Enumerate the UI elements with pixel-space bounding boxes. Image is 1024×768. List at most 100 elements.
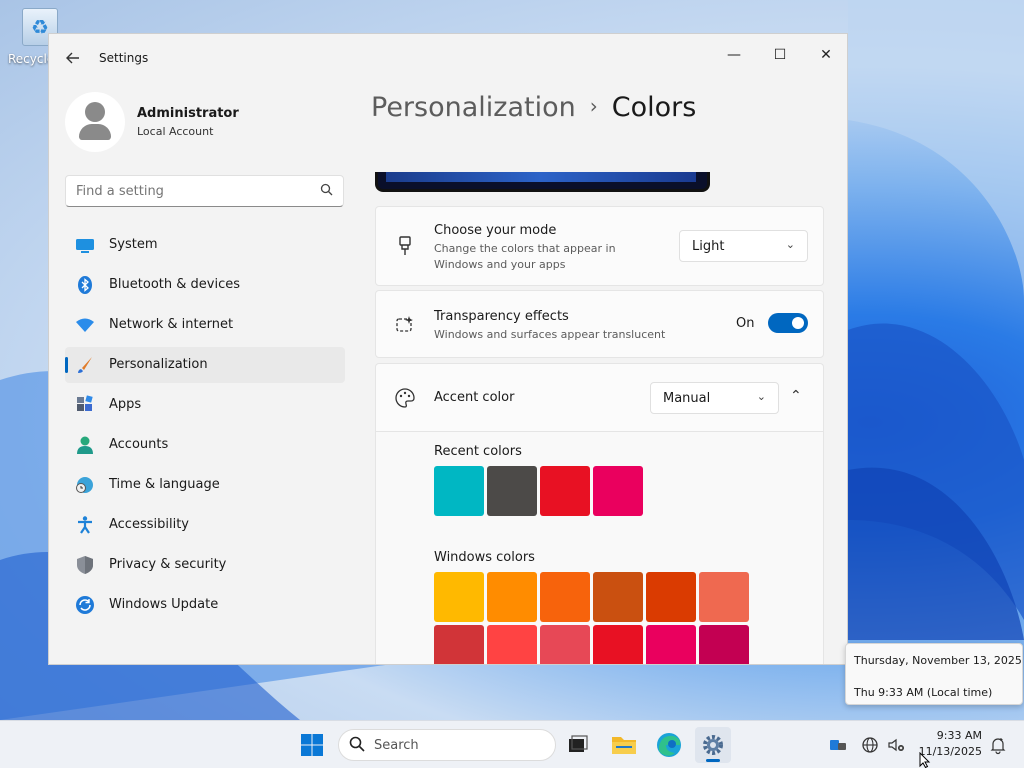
- page-title: Colors: [611, 92, 697, 123]
- sidebar-item-time-language[interactable]: Time & language: [65, 467, 345, 503]
- sidebar-item-accounts[interactable]: Accounts: [65, 427, 345, 463]
- close-button[interactable]: ✕: [803, 40, 847, 72]
- sidebar-nav: System Bluetooth & devices Network & int…: [65, 227, 345, 627]
- accent-value: Manual: [663, 391, 711, 406]
- accent-dropdown[interactable]: Manual ⌄: [650, 382, 779, 414]
- update-icon: [76, 596, 94, 614]
- recent-colors-label: Recent colors: [434, 444, 522, 459]
- chevron-down-icon: ⌄: [785, 238, 795, 251]
- sidebar-item-personalization[interactable]: Personalization: [65, 347, 345, 383]
- arrow-left-icon: [66, 52, 79, 64]
- windows-color-swatch[interactable]: [593, 625, 643, 664]
- windows-colors-label: Windows colors: [434, 550, 535, 565]
- sidebar-item-label: Time & language: [109, 477, 220, 492]
- start-button[interactable]: [294, 727, 330, 763]
- sidebar-item-label: Privacy & security: [109, 557, 227, 572]
- search-input[interactable]: [66, 176, 306, 206]
- accent-header[interactable]: Accent color Manual ⌄ ⌃: [376, 364, 823, 432]
- find-setting-search[interactable]: [65, 175, 344, 207]
- globe-clock-icon: [76, 477, 93, 493]
- recent-color-swatch[interactable]: [487, 466, 537, 516]
- active-app-indicator: [706, 759, 720, 762]
- theme-preview: [375, 172, 710, 192]
- windows-color-swatch[interactable]: [646, 625, 696, 664]
- sidebar-item-accessibility[interactable]: Accessibility: [65, 507, 345, 543]
- sidebar-item-label: Apps: [109, 397, 142, 412]
- volume-muted-icon[interactable]: [886, 735, 906, 755]
- sidebar-item-label: Network & internet: [109, 317, 234, 332]
- windows-color-swatch[interactable]: [487, 572, 537, 622]
- taskbar-search[interactable]: Search: [338, 729, 556, 761]
- sidebar-item-apps[interactable]: Apps: [65, 387, 345, 423]
- user-account-type: Local Account: [137, 125, 214, 138]
- sidebar-item-label: Bluetooth & devices: [109, 277, 240, 292]
- transparency-description: Windows and surfaces appear translucent: [434, 328, 666, 341]
- settings-taskbar-button[interactable]: [695, 727, 731, 763]
- sidebar-item-label: Personalization: [109, 357, 208, 372]
- accent-title: Accent color: [434, 390, 515, 405]
- recent-color-swatch[interactable]: [434, 466, 484, 516]
- accessibility-icon: [78, 516, 92, 534]
- sidebar-item-label: Windows Update: [109, 597, 219, 612]
- mode-card: Choose your mode Change the colors that …: [375, 206, 824, 286]
- taskbar-search-label: Search: [374, 738, 419, 753]
- breadcrumb: Personalization › Colors: [371, 92, 696, 123]
- sidebar-item-label: Accessibility: [109, 517, 189, 532]
- windows-color-swatch[interactable]: [540, 625, 590, 664]
- apps-icon: [77, 395, 93, 411]
- recent-color-swatch[interactable]: [593, 466, 643, 516]
- edge-button[interactable]: [651, 727, 687, 763]
- tray-app-icon[interactable]: [828, 735, 848, 755]
- tooltip-date: Thursday, November 13, 2025: [854, 654, 1022, 667]
- tooltip-time: Thu 9:33 AM (Local time): [854, 686, 993, 699]
- task-view-button[interactable]: [560, 727, 596, 763]
- person-icon: [77, 436, 93, 454]
- windows-color-swatch[interactable]: [540, 572, 590, 622]
- maximize-button[interactable]: ☐: [757, 40, 803, 72]
- windows-color-swatch[interactable]: [699, 572, 749, 622]
- sidebar-item-label: System: [109, 237, 158, 252]
- network-globe-icon[interactable]: [860, 735, 880, 755]
- mode-description: Change the colors that appear in Windows…: [434, 242, 616, 271]
- taskbar: Search 9:33 AM 11/13/2025: [0, 720, 1024, 768]
- chevron-up-icon[interactable]: ⌃: [790, 388, 802, 404]
- maximize-icon: ☐: [773, 47, 787, 63]
- sidebar-item-windows-update[interactable]: Windows Update: [65, 587, 345, 623]
- paint-bucket-icon: [399, 236, 411, 255]
- transparency-title: Transparency effects: [434, 309, 569, 324]
- mouse-cursor: [919, 752, 931, 768]
- transparency-toggle[interactable]: [768, 313, 808, 333]
- chevron-right-icon: ›: [589, 94, 598, 118]
- file-explorer-button[interactable]: [606, 727, 642, 763]
- windows-color-swatch[interactable]: [593, 572, 643, 622]
- transparency-state-label: On: [736, 316, 755, 331]
- gear-icon: [703, 735, 723, 755]
- mode-title: Choose your mode: [434, 223, 557, 238]
- windows-color-swatch[interactable]: [646, 572, 696, 622]
- sidebar-item-network[interactable]: Network & internet: [65, 307, 345, 343]
- recent-color-swatch[interactable]: [540, 466, 590, 516]
- windows-logo-icon: [301, 734, 323, 756]
- windows-color-swatch[interactable]: [434, 572, 484, 622]
- mode-value: Light: [692, 239, 725, 254]
- monitor-icon: [76, 239, 94, 253]
- edge-icon: [657, 733, 681, 757]
- minimize-button[interactable]: —: [711, 40, 757, 72]
- search-icon: [349, 736, 365, 756]
- back-button[interactable]: [63, 48, 83, 68]
- windows-color-swatch[interactable]: [699, 625, 749, 664]
- shield-icon: [77, 556, 93, 574]
- wifi-icon: [76, 318, 94, 332]
- mode-dropdown[interactable]: Light ⌄: [679, 230, 808, 262]
- sidebar-item-bluetooth[interactable]: Bluetooth & devices: [65, 267, 345, 303]
- window-title: Settings: [99, 51, 149, 65]
- brush-icon: [78, 357, 92, 373]
- search-icon[interactable]: [320, 183, 333, 199]
- notification-bell-icon[interactable]: [988, 735, 1008, 755]
- breadcrumb-parent[interactable]: Personalization: [371, 92, 576, 123]
- sidebar-item-label: Accounts: [109, 437, 169, 452]
- windows-color-swatch[interactable]: [434, 625, 484, 664]
- sidebar-item-privacy[interactable]: Privacy & security: [65, 547, 345, 583]
- sidebar-item-system[interactable]: System: [65, 227, 345, 263]
- windows-color-swatch[interactable]: [487, 625, 537, 664]
